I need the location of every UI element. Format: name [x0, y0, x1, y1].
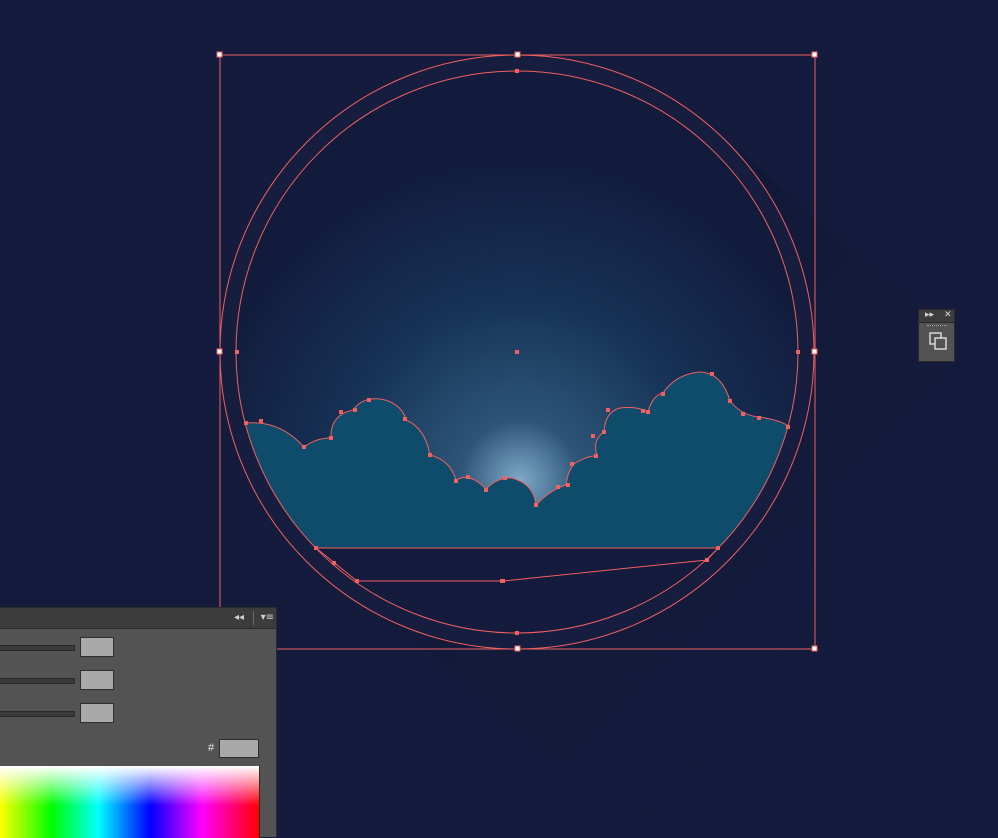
handle-middle-left[interactable] [216, 348, 223, 355]
anchor-point[interactable] [353, 408, 357, 412]
color-panel-titlebar[interactable]: ◂◂ ▾≡ [0, 608, 276, 629]
anchor-point[interactable] [454, 479, 458, 483]
hex-input[interactable] [219, 739, 259, 758]
panel-grip[interactable] [927, 325, 947, 328]
anchor-point[interactable] [500, 579, 505, 583]
anchor-point[interactable] [591, 434, 595, 438]
handle-bottom-center[interactable] [514, 645, 521, 652]
collapse-panel-icon[interactable]: ◂◂ [234, 611, 244, 625]
anchor-point[interactable] [556, 485, 560, 489]
anchor-point[interactable] [594, 454, 598, 458]
anchor-point[interactable] [515, 631, 519, 635]
anchor-point[interactable] [314, 546, 318, 550]
double-chevron-right-icon[interactable]: ▸▸ [925, 309, 934, 321]
color-slider-2[interactable] [0, 670, 120, 690]
color-slider-3[interactable] [0, 703, 120, 723]
anchor-point[interactable] [741, 412, 745, 416]
anchor-point[interactable] [757, 416, 761, 420]
slider-track[interactable] [0, 678, 75, 684]
anchor-point[interactable] [796, 350, 800, 354]
anchor-point[interactable] [661, 392, 665, 396]
anchor-point[interactable] [484, 488, 488, 492]
anchor-point[interactable] [646, 410, 650, 414]
center-point[interactable] [515, 350, 519, 354]
slider-track[interactable] [0, 711, 75, 717]
handle-middle-right[interactable] [811, 348, 818, 355]
slider-track[interactable] [0, 645, 75, 651]
anchor-point[interactable] [428, 453, 432, 457]
handle-top-right[interactable] [811, 51, 818, 58]
color-slider-1[interactable] [0, 637, 120, 657]
anchor-point[interactable] [570, 462, 574, 466]
anchor-point[interactable] [606, 408, 610, 412]
anchor-point[interactable] [466, 475, 470, 479]
anchor-point[interactable] [244, 421, 248, 425]
arrange-layers-icon[interactable] [928, 331, 948, 351]
slider-value-field[interactable] [80, 637, 114, 657]
anchor-point[interactable] [355, 579, 359, 583]
color-spectrum[interactable] [0, 766, 260, 838]
anchor-point[interactable] [332, 561, 336, 565]
anchor-point[interactable] [339, 410, 343, 414]
floating-tool-panel[interactable]: ▸▸ ✕ [918, 309, 955, 362]
close-icon[interactable]: ✕ [944, 309, 952, 321]
anchor-point[interactable] [786, 425, 790, 429]
anchor-point[interactable] [259, 419, 263, 423]
anchor-point[interactable] [716, 546, 720, 550]
color-panel[interactable]: ◂◂ ▾≡ # [0, 607, 277, 838]
slider-value-field[interactable] [80, 670, 114, 690]
mini-panel-titlebar[interactable]: ▸▸ ✕ [919, 310, 954, 323]
panel-menu-icon[interactable]: ▾≡ [253, 611, 274, 625]
anchor-point[interactable] [329, 436, 333, 440]
hex-label: # [208, 742, 215, 754]
anchor-point[interactable] [403, 417, 407, 421]
anchor-point[interactable] [235, 350, 239, 354]
anchor-point[interactable] [302, 445, 306, 449]
anchor-point[interactable] [534, 503, 538, 507]
anchor-point[interactable] [515, 69, 519, 73]
anchor-point[interactable] [602, 430, 606, 434]
slider-value-field[interactable] [80, 703, 114, 723]
handle-top-left[interactable] [216, 51, 223, 58]
anchor-point[interactable] [367, 398, 371, 402]
anchor-point[interactable] [503, 476, 507, 480]
anchor-point[interactable] [566, 483, 570, 487]
handle-top-center[interactable] [514, 51, 521, 58]
anchor-point[interactable] [710, 372, 714, 376]
anchor-point[interactable] [705, 558, 709, 562]
anchor-point[interactable] [728, 399, 732, 403]
anchor-point[interactable] [641, 409, 645, 413]
handle-bottom-right[interactable] [811, 645, 818, 652]
